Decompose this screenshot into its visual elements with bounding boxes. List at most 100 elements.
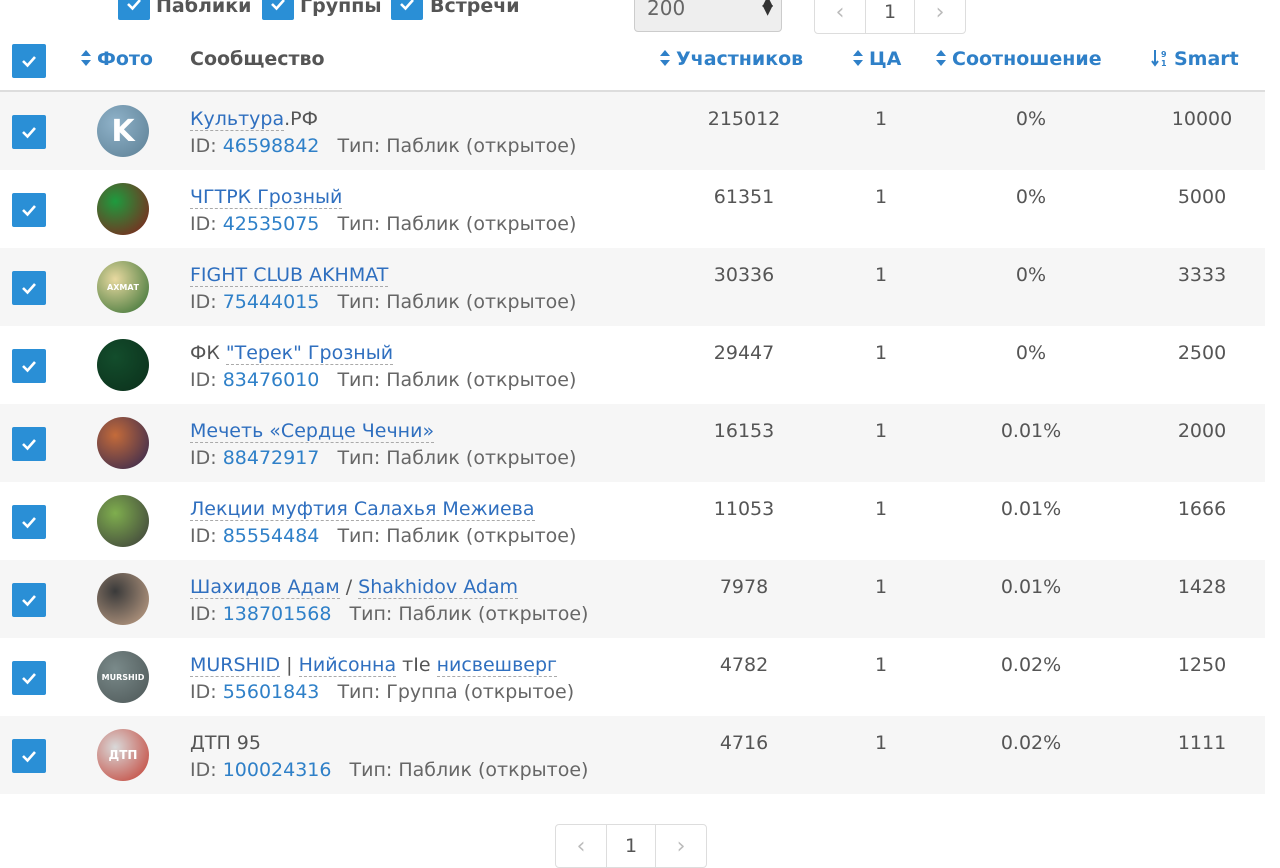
filter-groups-label: Группы (300, 0, 382, 17)
id-label: ID: (190, 681, 217, 703)
svg-text:1: 1 (1161, 59, 1167, 67)
sort-icon (936, 50, 946, 66)
next-page-button[interactable]: › (915, 0, 965, 33)
community-link[interactable]: Лекции муфтия Салахья Межиева (190, 498, 535, 521)
table-row: K Культура.РФ ID: 46598842 Тип: Паблик (… (0, 92, 1265, 170)
id-label: ID: (190, 447, 217, 469)
current-page-button[interactable]: 1 (865, 0, 915, 33)
community-type: Тип: Паблик (открытое) (349, 603, 589, 625)
community-id[interactable]: 75444015 (223, 291, 320, 313)
community-id[interactable]: 138701568 (223, 603, 332, 625)
id-label: ID: (190, 213, 217, 235)
current-page-button[interactable]: 1 (606, 825, 656, 867)
community-link[interactable]: Культура (190, 108, 285, 131)
ratio-value: 0% (1015, 264, 1047, 286)
members-count: 215012 (707, 108, 781, 130)
header-ratio[interactable]: Соотношение (935, 48, 1102, 70)
ratio-value: 0.02% (1000, 732, 1062, 754)
table-row: ДТП ДТП 95 ID: 100024316 Тип: Паблик (от… (0, 716, 1265, 794)
ca-value: 1 (874, 108, 888, 130)
row-checkbox[interactable] (12, 349, 46, 383)
filter-events-label: Встречи (430, 0, 520, 17)
smart-value: 1111 (1177, 732, 1227, 754)
ratio-value: 0.01% (1000, 576, 1062, 598)
community-id[interactable]: 83476010 (223, 369, 320, 391)
header-ca[interactable]: ЦА (852, 48, 901, 70)
ratio-value: 0.02% (1000, 654, 1062, 676)
ratio-value: 0% (1015, 108, 1047, 130)
row-checkbox[interactable] (12, 583, 46, 617)
row-checkbox[interactable] (12, 505, 46, 539)
row-checkbox[interactable] (12, 115, 46, 149)
community-link[interactable]: ЧГТРК Грозный (190, 186, 343, 209)
community-meta: ID: 83476010 Тип: Паблик (открытое) (190, 369, 576, 391)
ca-value: 1 (874, 420, 888, 442)
select-all-checkbox[interactable] (12, 44, 46, 78)
filter-publics-checkbox[interactable] (118, 0, 150, 20)
ca-value: 1 (874, 576, 888, 598)
community-name: ДТП 95 (190, 732, 261, 754)
avatar-text: MURSHID (101, 672, 145, 682)
smart-value: 1666 (1177, 498, 1227, 520)
community-name-suffix: .РФ (284, 108, 318, 130)
community-link[interactable]: нисвешверг (436, 654, 557, 677)
community-name-cell: Культура.РФ (190, 108, 318, 131)
community-link[interactable]: Шахидов Адам (190, 576, 340, 599)
prev-page-button[interactable]: ‹ (556, 825, 606, 867)
community-type: Тип: Паблик (открытое) (337, 135, 577, 157)
community-name-separator: тIе (396, 654, 437, 676)
two-people-photo-icon[interactable] (97, 573, 149, 625)
chgtrk-logo-icon[interactable] (97, 183, 149, 235)
community-type: Тип: Паблик (открытое) (349, 759, 589, 781)
terek-logo-icon[interactable] (97, 339, 149, 391)
community-type: Тип: Паблик (открытое) (337, 369, 577, 391)
filter-events-checkbox[interactable] (391, 0, 423, 20)
next-page-button[interactable]: › (656, 825, 706, 867)
community-name-cell: Шахидов Адам / Shakhidov Adam (190, 576, 519, 599)
row-checkbox[interactable] (12, 739, 46, 773)
community-link[interactable]: Мечеть «Сердце Чечни» (190, 420, 435, 443)
community-meta: ID: 88472917 Тип: Паблик (открытое) (190, 447, 576, 469)
ratio-value: 0% (1015, 342, 1047, 364)
prev-page-button[interactable]: ‹ (815, 0, 865, 33)
community-link[interactable]: FIGHT CLUB AKHMAT (190, 264, 389, 287)
community-link[interactable]: Shakhidov Adam (358, 576, 519, 599)
filter-groups-checkbox[interactable] (262, 0, 294, 20)
row-checkbox[interactable] (12, 661, 46, 695)
akhmat-fight-club-logo-icon[interactable]: АХМАТ (97, 261, 149, 313)
id-label: ID: (190, 525, 217, 547)
community-id[interactable]: 85554484 (223, 525, 320, 547)
community-link[interactable]: MURSHID (190, 654, 281, 677)
header-photo[interactable]: Фото (80, 48, 153, 70)
mosque-photo-icon[interactable] (97, 417, 149, 469)
header-smart[interactable]: 9 1 Smart (1151, 48, 1239, 70)
murshid-logo-icon[interactable]: MURSHID (97, 651, 149, 703)
per-page-select[interactable]: 200 ▲ ▼ (634, 0, 782, 32)
community-id[interactable]: 42535075 (223, 213, 320, 235)
sort-icon (81, 50, 91, 66)
members-count: 16153 (713, 420, 775, 442)
row-checkbox[interactable] (12, 271, 46, 305)
row-checkbox[interactable] (12, 193, 46, 227)
community-meta: ID: 85554484 Тип: Паблик (открытое) (190, 525, 576, 547)
community-meta: ID: 100024316 Тип: Паблик (открытое) (190, 759, 588, 781)
ratio-value: 0% (1015, 186, 1047, 208)
community-id[interactable]: 55601843 (223, 681, 320, 703)
row-checkbox[interactable] (12, 427, 46, 461)
dtp-warning-icon[interactable]: ДТП (97, 729, 149, 781)
id-label: ID: (190, 759, 217, 781)
members-count: 4782 (719, 654, 769, 676)
community-link[interactable]: Нийсонна (298, 654, 397, 677)
header-members[interactable]: Участников (659, 48, 803, 70)
community-link[interactable]: "Терек" Грозный (225, 342, 394, 365)
ratio-value: 0.01% (1000, 420, 1062, 442)
person-photo-icon[interactable] (97, 495, 149, 547)
members-count: 11053 (713, 498, 775, 520)
community-id[interactable]: 46598842 (223, 135, 320, 157)
community-id[interactable]: 100024316 (223, 759, 332, 781)
community-id[interactable]: 88472917 (223, 447, 320, 469)
smart-value: 2500 (1177, 342, 1227, 364)
members-count: 30336 (713, 264, 775, 286)
kultura-logo-icon[interactable]: K (97, 105, 149, 157)
header-community: Сообщество (190, 48, 325, 70)
